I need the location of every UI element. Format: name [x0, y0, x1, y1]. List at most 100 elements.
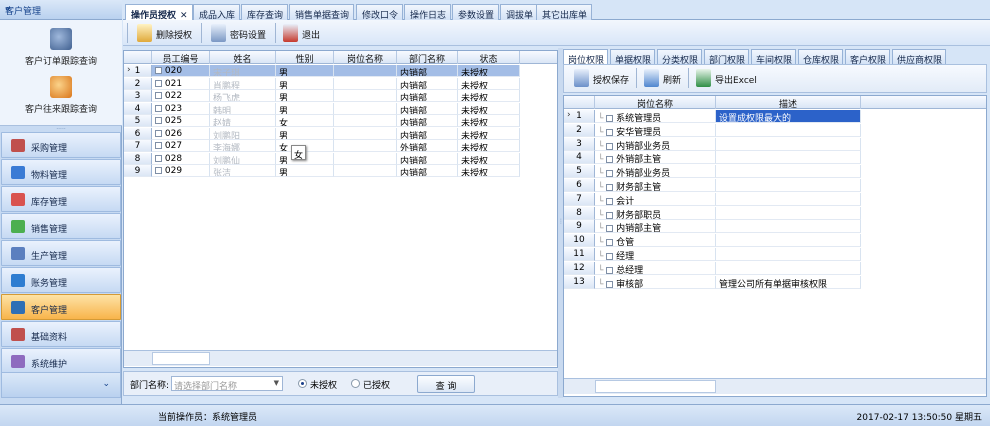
- cell-status[interactable]: 未授权: [458, 140, 520, 152]
- cell-post[interactable]: [334, 90, 397, 102]
- cell-post[interactable]: [334, 115, 397, 127]
- table-row[interactable]: 10 └ 仓管: [564, 234, 861, 248]
- nav-material[interactable]: 物料管理: [1, 159, 121, 185]
- dropdown-arrow-icon[interactable]: ▼: [274, 379, 279, 387]
- tab-other-outbound[interactable]: 其它出库单: [536, 4, 593, 21]
- cell-name[interactable]: 李海娜: [210, 140, 276, 152]
- row-checkbox[interactable]: [155, 129, 162, 137]
- cell-post-name[interactable]: └ 审核部: [595, 275, 716, 289]
- cell-status[interactable]: 未授权: [458, 102, 520, 115]
- cell-id[interactable]: 020: [152, 65, 210, 77]
- cell-name[interactable]: 肖鹏程: [210, 77, 276, 90]
- tab-parameter-settings[interactable]: 参数设置: [452, 4, 500, 21]
- cell-name[interactable]: 杨飞虎: [210, 90, 276, 102]
- grid-splitter-grip[interactable]: .....: [332, 363, 342, 367]
- cell-post[interactable]: [334, 140, 397, 152]
- cell-description[interactable]: [716, 192, 861, 206]
- cell-post[interactable]: [334, 152, 397, 165]
- cell-post[interactable]: [334, 77, 397, 90]
- cell-id[interactable]: 021: [152, 77, 210, 90]
- cell-dept[interactable]: 内销部: [397, 152, 458, 165]
- col-header-description[interactable]: 描述: [716, 96, 861, 110]
- tab-post-permission[interactable]: 岗位权限: [563, 49, 609, 66]
- unauthorized-label[interactable]: 未授权: [310, 378, 337, 391]
- row-checkbox[interactable]: [155, 67, 162, 74]
- post-checkbox[interactable]: [606, 211, 614, 219]
- cell-dept[interactable]: 内销部: [397, 65, 458, 77]
- cell-post[interactable]: [334, 127, 397, 140]
- cell-id[interactable]: 027: [152, 140, 210, 152]
- cell-name[interactable]: 刘鹏阳: [210, 127, 276, 140]
- cell-sex[interactable]: 男: [276, 127, 334, 140]
- tab-finished-goods-in[interactable]: 成品入库: [193, 4, 241, 21]
- post-checkbox[interactable]: [606, 184, 614, 191]
- cell-post-name[interactable]: └ 外销部主管: [595, 151, 716, 165]
- row-checkbox[interactable]: [155, 92, 162, 99]
- cell-post-name[interactable]: └ 内销部主管: [595, 220, 716, 234]
- nav-system-maintenance[interactable]: 系统维护: [1, 348, 121, 374]
- nav-customer[interactable]: 客户管理: [1, 294, 121, 320]
- tab-transfer-order[interactable]: 调拔单: [500, 4, 539, 21]
- table-row[interactable]: 8 └ 财务部职员: [564, 206, 861, 220]
- cell-dept[interactable]: 内销部: [397, 115, 458, 127]
- cell-dept[interactable]: 内销部: [397, 77, 458, 90]
- cell-status[interactable]: 未授权: [458, 77, 520, 90]
- table-row[interactable]: 9 029 张洁 男 内销部 未授权: [124, 165, 520, 177]
- post-checkbox[interactable]: [606, 225, 614, 233]
- nav-accounting[interactable]: 账务管理: [1, 267, 121, 293]
- cell-status[interactable]: 未授权: [458, 152, 520, 165]
- table-row[interactable]: 1 └ 系统管理员 设置成权限最大的: [564, 110, 861, 123]
- chevron-down-icon[interactable]: ⌄: [102, 379, 110, 389]
- cell-post[interactable]: [334, 165, 397, 177]
- tab-supplier-permission[interactable]: 供应商权限: [892, 49, 947, 66]
- cell-description[interactable]: [716, 261, 861, 275]
- cell-status[interactable]: 未授权: [458, 127, 520, 140]
- nav-production[interactable]: 生产管理: [1, 240, 121, 266]
- tab-inventory-query[interactable]: 库存查询: [241, 4, 289, 21]
- cell-description[interactable]: [716, 248, 861, 261]
- tab-doc-permission[interactable]: 单据权限: [610, 49, 656, 66]
- cell-id[interactable]: 025: [152, 115, 210, 127]
- table-row[interactable]: 3 022 杨飞虎 男 内销部 未授权: [124, 90, 520, 102]
- cell-status[interactable]: 未授权: [458, 165, 520, 177]
- cell-name[interactable]: 张洁: [210, 165, 276, 177]
- cell-name[interactable]: 刘鹏仙: [210, 152, 276, 165]
- table-row[interactable]: 6 └ 财务部主管: [564, 179, 861, 192]
- query-button[interactable]: 查 询: [417, 375, 475, 393]
- nav-inventory[interactable]: 库存管理: [1, 186, 121, 212]
- post-checkbox[interactable]: [606, 266, 614, 274]
- cell-sex[interactable]: 男: [276, 90, 334, 102]
- cell-sex[interactable]: 男: [276, 77, 334, 90]
- tab-sales-doc-query[interactable]: 销售单据查询: [289, 4, 355, 21]
- post-checkbox[interactable]: [606, 142, 614, 150]
- table-row[interactable]: 7 └ 会计: [564, 192, 861, 206]
- table-row[interactable]: 9 └ 内销部主管: [564, 220, 861, 234]
- nav-purchase[interactable]: 采购管理: [1, 132, 121, 158]
- cell-post-name[interactable]: └ 财务部主管: [595, 179, 716, 192]
- table-row[interactable]: 1 020 宋子琪男内销部 未授权: [124, 65, 520, 77]
- cell-name[interactable]: 韩明: [210, 102, 276, 115]
- shortcut-customer-contact-tracking[interactable]: 客户往来跟踪查询: [0, 76, 122, 115]
- tab-customer-permission[interactable]: 客户权限: [845, 49, 891, 66]
- cell-sex[interactable]: 男: [276, 165, 334, 177]
- nav-sales[interactable]: 销售管理: [1, 213, 121, 239]
- cell-post-name[interactable]: └ 安华管理员: [595, 123, 716, 137]
- cell-name[interactable]: 赵婧: [210, 115, 276, 127]
- row-checkbox[interactable]: [155, 79, 162, 87]
- cell-description[interactable]: [716, 165, 861, 179]
- cell-dept[interactable]: 内销部: [397, 127, 458, 140]
- post-checkbox[interactable]: [606, 280, 614, 288]
- table-row[interactable]: 7 027 李海娜 女 外销部 未授权: [124, 140, 520, 152]
- tab-warehouse-permission[interactable]: 仓库权限: [798, 49, 844, 66]
- col-header-name[interactable]: 姓名: [210, 51, 276, 65]
- col-header-dept[interactable]: 部门名称: [397, 51, 458, 65]
- tab-operation-log[interactable]: 操作日志: [404, 4, 452, 21]
- cell-status[interactable]: 未授权: [458, 90, 520, 102]
- table-row[interactable]: 12 └ 总经理: [564, 261, 861, 275]
- tab-dept-permission[interactable]: 部门权限: [704, 49, 750, 66]
- cell-post-name[interactable]: └ 仓管: [595, 234, 716, 248]
- cell-status[interactable]: 未授权: [458, 65, 520, 77]
- cell-description[interactable]: [716, 179, 861, 192]
- tab-workshop-permission[interactable]: 车间权限: [751, 49, 797, 66]
- cell-post[interactable]: [334, 102, 397, 115]
